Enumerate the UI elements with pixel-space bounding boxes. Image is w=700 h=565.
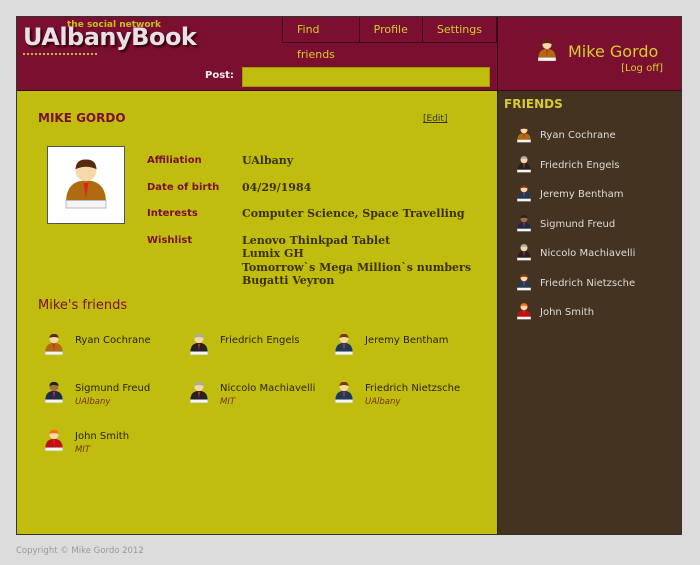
- friend-affiliation: UAlbany: [75, 397, 111, 407]
- friend-name[interactable]: Jeremy Bentham: [365, 335, 448, 346]
- friend-avatar-icon: [186, 379, 220, 409]
- friend-name[interactable]: Ryan Cochrane: [75, 335, 151, 346]
- page-frame: UAlbanyBook the social network Find frie…: [16, 16, 682, 535]
- sidebar-friend-name: Ryan Cochrane: [540, 130, 616, 142]
- friend-avatar-icon: [514, 272, 540, 295]
- sidebar-friend-name: John Smith: [540, 307, 595, 319]
- sidebar-friend[interactable]: Friedrich Nietzsche: [498, 269, 681, 299]
- post-input[interactable]: [242, 67, 490, 87]
- user-box: Mike Gordo [Log off]: [497, 17, 681, 91]
- sidebar-friend-name: Sigmund Freud: [540, 218, 616, 230]
- friend-item[interactable]: Friedrich Engels: [186, 331, 299, 361]
- friend-item[interactable]: Niccolo Machiavelli MIT: [186, 379, 315, 409]
- profile-main: MIKE GORDO [Edit] Affiliation UAlbany Da…: [17, 91, 497, 534]
- friend-item[interactable]: Friedrich Nietzsche UAlbany: [331, 379, 460, 409]
- friend-avatar-icon: [331, 379, 365, 409]
- header: UAlbanyBook the social network Find frie…: [17, 17, 497, 91]
- logo[interactable]: UAlbanyBook the social network: [23, 20, 197, 55]
- user-name[interactable]: Mike Gordo: [568, 42, 658, 61]
- friend-name[interactable]: Sigmund Freud: [75, 383, 150, 394]
- friend-avatar-icon: [514, 124, 540, 147]
- friend-name[interactable]: John Smith: [75, 431, 129, 442]
- field-label: Date of birth: [147, 182, 220, 193]
- friend-avatar-icon: [514, 183, 540, 206]
- main-nav: Find friends Profile Settings: [282, 17, 497, 61]
- sidebar-friend[interactable]: Friedrich Engels: [498, 151, 681, 181]
- sidebar-friend[interactable]: John Smith: [498, 298, 681, 328]
- logo-underline: [23, 53, 97, 55]
- friend-avatar-icon: [41, 427, 75, 457]
- friend-item[interactable]: John Smith MIT: [41, 427, 129, 457]
- nav-find-friends[interactable]: Find friends: [283, 17, 360, 61]
- post-label: Post:: [205, 70, 234, 81]
- profile-photo: [47, 146, 125, 224]
- user-avatar-icon: [534, 37, 560, 67]
- friend-affiliation: MIT: [220, 397, 236, 407]
- sidebar-title: FRIENDS: [504, 97, 563, 111]
- friend-avatar-icon: [514, 242, 540, 265]
- friends-sidebar: FRIENDS Ryan Cochrane Friedrich Engels Jer…: [497, 91, 681, 534]
- sidebar-friend-name: Jeremy Bentham: [540, 189, 624, 201]
- friend-avatar-icon: [514, 213, 540, 236]
- friend-item[interactable]: Jeremy Bentham: [331, 331, 448, 361]
- friend-avatar-icon: [331, 331, 365, 361]
- friend-avatar-icon: [41, 331, 75, 361]
- logo-tagline: the social network: [67, 20, 161, 30]
- sidebar-friend-name: Friedrich Engels: [540, 159, 620, 171]
- friend-avatar-icon: [514, 301, 540, 324]
- friend-name[interactable]: Friedrich Engels: [220, 335, 299, 346]
- field-label: Interests: [147, 208, 198, 219]
- friends-title: Mike's friends: [38, 298, 128, 313]
- footer: Copyright © Mike Gordo 2012: [16, 546, 144, 556]
- nav-settings[interactable]: Settings: [423, 17, 497, 42]
- friend-avatar-icon: [186, 331, 220, 361]
- field-label: Wishlist: [147, 235, 193, 246]
- sidebar-friend[interactable]: Ryan Cochrane: [498, 121, 681, 151]
- sidebar-friend[interactable]: Niccolo Machiavelli: [498, 239, 681, 269]
- friend-item[interactable]: Ryan Cochrane: [41, 331, 151, 361]
- sidebar-friend[interactable]: Sigmund Freud: [498, 210, 681, 240]
- field-value: Lenovo Thinkpad Tablet Lumix GH Tomorrow…: [242, 234, 472, 287]
- edit-link[interactable]: [Edit]: [423, 114, 447, 124]
- friend-item[interactable]: Sigmund Freud UAlbany: [41, 379, 150, 409]
- field-value: Computer Science, Space Travelling: [242, 207, 465, 220]
- friend-avatar-icon: [41, 379, 75, 409]
- friend-affiliation: MIT: [75, 445, 91, 455]
- friend-affiliation: UAlbany: [365, 397, 401, 407]
- profile-title: MIKE GORDO: [38, 111, 126, 125]
- friend-name[interactable]: Niccolo Machiavelli: [220, 383, 315, 394]
- logoff-link[interactable]: [Log off]: [621, 63, 663, 74]
- friend-avatar-icon: [514, 154, 540, 177]
- sidebar-friend-name: Niccolo Machiavelli: [540, 248, 636, 260]
- nav-profile[interactable]: Profile: [360, 17, 423, 42]
- sidebar-friend[interactable]: Jeremy Bentham: [498, 180, 681, 210]
- sidebar-friend-name: Friedrich Nietzsche: [540, 277, 636, 289]
- avatar-icon: [56, 153, 116, 217]
- field-value: 04/29/1984: [242, 181, 312, 194]
- field-label: Affiliation: [147, 155, 202, 166]
- friend-name[interactable]: Friedrich Nietzsche: [365, 383, 460, 394]
- field-value: UAlbany: [242, 154, 294, 167]
